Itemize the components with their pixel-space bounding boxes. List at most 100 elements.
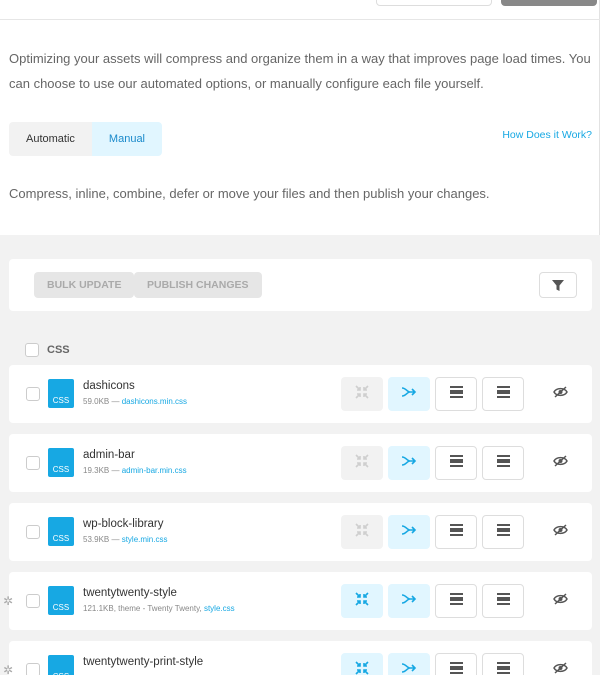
exclude-button[interactable] (539, 515, 581, 549)
defer-icon (496, 661, 510, 675)
inline-icon (449, 661, 463, 675)
combine-button[interactable] (388, 446, 430, 480)
file-type-label: CSS (52, 465, 70, 474)
manual-description: Compress, inline, combine, defer or move… (9, 186, 490, 201)
file-type-label: CSS (52, 534, 70, 543)
combine-icon (401, 661, 417, 675)
asset-name: wp-block-library (83, 518, 164, 530)
header-secondary-button[interactable] (376, 0, 492, 6)
asset-row: CSS wp-block-library 53.9KB — style.min.… (9, 503, 592, 561)
asset-file-link[interactable]: admin-bar.min.css (122, 466, 187, 475)
row-checkbox[interactable] (26, 525, 40, 539)
intro-text: Optimizing your assets will compress and… (9, 51, 591, 91)
tab-manual[interactable]: Manual (91, 122, 162, 156)
asset-size: 53.9KB — (83, 535, 122, 544)
asset-size: 59.0KB — (83, 397, 122, 406)
inline-button[interactable] (435, 584, 477, 618)
spinner-icon: ✲ (3, 663, 14, 675)
how-does-it-work-link[interactable]: How Does it Work? (502, 129, 592, 141)
spinner-icon: ✲ (3, 594, 14, 608)
compress-button[interactable] (341, 653, 383, 675)
row-checkbox[interactable] (26, 594, 40, 608)
defer-button[interactable] (482, 515, 524, 549)
filter-button[interactable] (539, 272, 577, 298)
combine-button[interactable] (388, 653, 430, 675)
filter-icon (552, 279, 564, 291)
publish-changes-button[interactable]: PUBLISH CHANGES (134, 272, 262, 298)
asset-file-link[interactable]: dashicons.min.css (122, 397, 187, 406)
asset-row: ✲ CSS twentytwenty-print-style (3, 641, 592, 675)
asset-name: dashicons (83, 380, 135, 392)
exclude-button[interactable] (539, 377, 581, 411)
tab-automatic[interactable]: Automatic (9, 122, 92, 156)
asset-file-link[interactable]: style.min.css (122, 535, 168, 544)
exclude-button[interactable] (539, 584, 581, 618)
defer-button[interactable] (482, 446, 524, 480)
inline-button[interactable] (435, 446, 477, 480)
compress-icon (355, 453, 369, 473)
page: Optimizing your assets will compress and… (0, 0, 600, 675)
combine-button[interactable] (388, 584, 430, 618)
compress-icon (355, 660, 369, 675)
inline-button[interactable] (435, 515, 477, 549)
asset-meta: 121.1KB, theme - Twenty Twenty, style.cs… (83, 604, 235, 613)
row-checkbox[interactable] (26, 387, 40, 401)
settings-panel: Optimizing your assets will compress and… (0, 0, 600, 235)
file-type-icon: CSS (48, 448, 74, 477)
header-divider (0, 19, 600, 20)
inline-icon (449, 385, 463, 403)
bulk-toolbar: BULK UPDATE PUBLISH CHANGES (9, 259, 592, 311)
asset-meta: 53.9KB — style.min.css (83, 535, 167, 544)
inline-icon (449, 592, 463, 610)
mode-tabs: Automatic Manual (9, 122, 162, 156)
file-type-icon: CSS (48, 586, 74, 615)
defer-icon (496, 592, 510, 610)
combine-icon (401, 385, 417, 403)
asset-name: admin-bar (83, 449, 135, 461)
asset-row: ✲ CSS twentytwenty-style 121.1KB, theme … (3, 572, 592, 630)
compress-button[interactable] (341, 446, 383, 480)
compress-button[interactable] (341, 515, 383, 549)
bulk-update-button[interactable]: BULK UPDATE (34, 272, 135, 298)
defer-button[interactable] (482, 584, 524, 618)
section-label: CSS (47, 344, 70, 356)
css-section-header: CSS (25, 343, 70, 357)
combine-icon (401, 523, 417, 541)
asset-size: 19.3KB — (83, 466, 122, 475)
select-all-css-checkbox[interactable] (25, 343, 39, 357)
inline-button[interactable] (435, 377, 477, 411)
asset-size: 121.1KB, theme - Twenty Twenty, (83, 604, 204, 613)
inline-button[interactable] (435, 653, 477, 675)
defer-icon (496, 454, 510, 472)
eye-off-icon (552, 454, 568, 472)
compress-icon (355, 522, 369, 542)
file-type-label: CSS (52, 396, 70, 405)
combine-button[interactable] (388, 377, 430, 411)
compress-button[interactable] (341, 377, 383, 411)
defer-button[interactable] (482, 377, 524, 411)
eye-off-icon (552, 385, 568, 403)
row-checkbox[interactable] (26, 456, 40, 470)
asset-meta: 59.0KB — dashicons.min.css (83, 397, 187, 406)
eye-off-icon (552, 661, 568, 675)
asset-file-link[interactable]: style.css (204, 604, 235, 613)
combine-icon (401, 454, 417, 472)
file-type-label: CSS (52, 603, 70, 612)
combine-button[interactable] (388, 515, 430, 549)
exclude-button[interactable] (539, 653, 581, 675)
compress-icon (355, 591, 369, 611)
compress-button[interactable] (341, 584, 383, 618)
exclude-button[interactable] (539, 446, 581, 480)
compress-icon (355, 384, 369, 404)
asset-name: twentytwenty-print-style (83, 656, 204, 668)
eye-off-icon (552, 592, 568, 610)
defer-icon (496, 523, 510, 541)
defer-button[interactable] (482, 653, 524, 675)
defer-icon (496, 385, 510, 403)
file-type-icon: CSS (48, 517, 74, 546)
inline-icon (449, 523, 463, 541)
row-checkbox[interactable] (26, 663, 40, 675)
header-primary-button[interactable] (501, 0, 597, 6)
asset-row: CSS dashicons 59.0KB — dashicons.min.css (9, 365, 592, 423)
asset-meta: 19.3KB — admin-bar.min.css (83, 466, 187, 475)
